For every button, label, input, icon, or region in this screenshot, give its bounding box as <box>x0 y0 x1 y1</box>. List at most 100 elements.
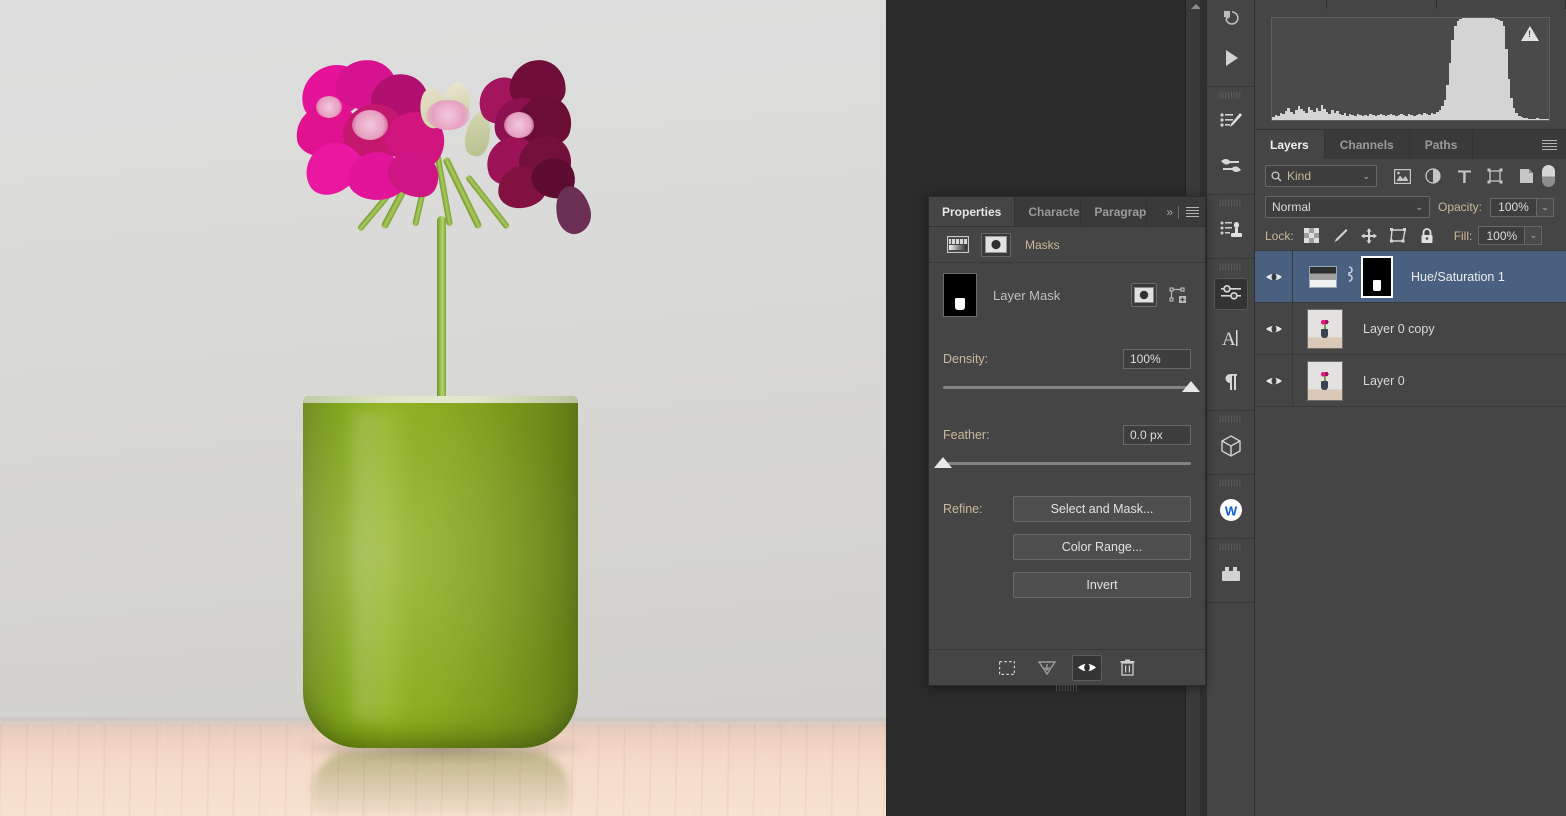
layer-visibility-toggle[interactable] <box>1255 302 1293 355</box>
filter-enable-toggle[interactable] <box>1542 165 1555 187</box>
lock-image-pixels-icon[interactable] <box>1332 227 1349 245</box>
layer-mask-thumbnail[interactable] <box>943 273 977 317</box>
lock-transparent-pixels-icon[interactable] <box>1303 227 1320 245</box>
layer-visibility-toggle[interactable] <box>1255 250 1293 303</box>
layer-thumbnail[interactable] <box>1307 308 1343 349</box>
tab-paths[interactable]: Paths <box>1410 130 1474 159</box>
brush-settings-panel-button[interactable] <box>1207 144 1255 188</box>
vector-mask-add-icon[interactable] <box>1165 283 1191 307</box>
apply-mask-button[interactable] <box>1032 655 1062 681</box>
load-selection-from-mask-button[interactable] <box>992 655 1022 681</box>
properties-panel-menu-icon[interactable] <box>1186 207 1199 217</box>
layer-filter-row[interactable]: Kind ⌄ <box>1255 159 1566 193</box>
expand-panels-icon[interactable]: » <box>1166 205 1173 219</box>
table-row[interactable]: Layer 0 <box>1255 354 1566 407</box>
dock-tab-stub[interactable] <box>1437 0 1566 9</box>
tab-channels[interactable]: Channels <box>1325 130 1410 159</box>
feather-control[interactable]: Feather: 0.0 px <box>929 425 1205 474</box>
hue-saturation-adjustment-icon[interactable] <box>1309 265 1337 288</box>
histogram-uncached-warning-icon[interactable] <box>1521 26 1539 41</box>
dock-tab-stub[interactable] <box>1255 0 1327 9</box>
layer-mask-link-icon[interactable] <box>1344 265 1354 288</box>
layer-list[interactable]: Hue/Saturation 1 Layer 0 copy Layer 0 <box>1255 250 1566 407</box>
invert-button[interactable]: Invert <box>1013 572 1191 598</box>
opacity-value-field[interactable]: 100% <box>1490 197 1538 217</box>
panel-resize-grip[interactable]: |||||||| <box>1056 685 1079 692</box>
toggle-mask-visibility-button[interactable] <box>1072 654 1102 681</box>
filter-smart-object-icon[interactable] <box>1517 166 1535 186</box>
libraries-panel-button[interactable] <box>1207 552 1255 596</box>
layer-mask-row[interactable]: Layer Mask <box>929 263 1205 327</box>
3d-panel-button[interactable] <box>1207 424 1255 468</box>
actions-panel-button[interactable] <box>1207 36 1255 80</box>
history-panel-button[interactable] <box>1207 0 1255 36</box>
select-mask-icon[interactable] <box>1131 283 1157 307</box>
density-value-field[interactable]: 100% <box>1123 349 1191 369</box>
rail-grip[interactable]: |||||||| <box>1207 91 1254 100</box>
blend-mode-row[interactable]: Normal ⌄ Opacity: 100% ⌄ <box>1255 193 1566 221</box>
chevron-down-icon[interactable]: ⌄ <box>1362 171 1370 182</box>
tab-character[interactable]: Characte <box>1015 197 1082 226</box>
layer-visibility-toggle[interactable] <box>1255 354 1293 407</box>
blend-mode-select[interactable]: Normal ⌄ <box>1265 196 1430 218</box>
layer-name[interactable]: Hue/Saturation 1 <box>1411 270 1505 284</box>
density-slider-thumb[interactable] <box>1182 381 1200 392</box>
collapsed-panel-rail[interactable]: |||||||| |||||||| |||||||| A |||||||| ||… <box>1207 0 1255 816</box>
density-slider[interactable] <box>943 378 1200 398</box>
fill-chevron-down-icon[interactable]: ⌄ <box>1525 226 1543 245</box>
mask-type-bar[interactable]: Masks <box>929 227 1205 263</box>
feather-slider[interactable] <box>934 454 1191 474</box>
density-control[interactable]: Density: 100% <box>929 349 1205 398</box>
rail-grip[interactable]: |||||||| <box>1207 199 1254 208</box>
rail-grip[interactable]: |||||||| <box>1207 263 1254 272</box>
table-row[interactable]: Layer 0 copy <box>1255 302 1566 355</box>
tab-properties[interactable]: Properties <box>929 197 1016 226</box>
adjustments-panel-button[interactable] <box>1207 272 1255 316</box>
layer-thumbnail[interactable] <box>1307 360 1343 401</box>
paragraph-panel-button[interactable] <box>1207 360 1255 404</box>
rail-grip[interactable]: |||||||| <box>1207 479 1254 488</box>
delete-mask-button[interactable] <box>1112 655 1142 681</box>
lock-all-icon[interactable] <box>1419 227 1436 245</box>
histogram-graph[interactable] <box>1271 17 1550 121</box>
layer-name[interactable]: Layer 0 <box>1363 374 1405 388</box>
rail-grip[interactable]: |||||||| <box>1207 415 1254 424</box>
layer-mask-thumbnail[interactable] <box>1361 255 1393 298</box>
wacom-panel-button[interactable]: W <box>1207 488 1255 532</box>
image-canvas[interactable] <box>0 0 886 816</box>
feather-slider-thumb[interactable] <box>934 457 952 468</box>
color-range-button[interactable]: Color Range... <box>1013 534 1191 560</box>
layers-panel-menu-icon[interactable] <box>1542 140 1557 150</box>
filter-kind-select[interactable]: Kind ⌄ <box>1265 165 1377 187</box>
pixel-mask-icon[interactable] <box>943 233 973 257</box>
lock-position-icon[interactable] <box>1361 227 1378 245</box>
feather-header: Feather: 0.0 px <box>943 425 1191 445</box>
fill-value-field[interactable]: 100% <box>1478 226 1526 245</box>
dock-tab-stub[interactable] <box>1327 0 1437 9</box>
filter-adjustment-layers-icon[interactable] <box>1424 166 1442 186</box>
table-row[interactable]: Hue/Saturation 1 <box>1255 250 1566 303</box>
properties-panel[interactable]: Properties Characte Paragrap » Masks Lay… <box>928 196 1206 692</box>
filter-pixel-layers-icon[interactable] <box>1393 166 1411 186</box>
vector-mask-icon[interactable] <box>981 232 1011 257</box>
lock-row[interactable]: Lock: Fill: 100% ⌄ <box>1255 221 1566 251</box>
select-and-mask-button[interactable]: Select and Mask... <box>1013 496 1191 522</box>
histogram-tabstrip[interactable] <box>1255 0 1566 9</box>
tab-layers[interactable]: Layers <box>1255 130 1325 159</box>
filter-shape-layers-icon[interactable] <box>1486 166 1504 186</box>
layers-panel-tabbar[interactable]: Layers Channels Paths <box>1255 129 1566 159</box>
clone-source-panel-button[interactable] <box>1207 208 1255 252</box>
chevron-down-icon[interactable]: ⌄ <box>1415 202 1423 213</box>
properties-panel-tabbar[interactable]: Properties Characte Paragrap » <box>929 197 1205 227</box>
tab-paragraph[interactable]: Paragrap <box>1081 197 1148 226</box>
opacity-chevron-down-icon[interactable]: ⌄ <box>1537 197 1555 217</box>
character-panel-button[interactable]: A <box>1207 316 1255 360</box>
layers-panel-menu[interactable] <box>1542 130 1557 160</box>
filter-type-layers-icon[interactable] <box>1455 166 1473 186</box>
layer-name[interactable]: Layer 0 copy <box>1363 322 1435 336</box>
rail-grip[interactable]: |||||||| <box>1207 543 1254 552</box>
histogram-panel[interactable] <box>1255 9 1566 129</box>
feather-value-field[interactable]: 0.0 px <box>1123 425 1191 445</box>
brush-presets-panel-button[interactable] <box>1207 100 1255 144</box>
lock-artboard-nesting-icon[interactable] <box>1390 227 1407 245</box>
